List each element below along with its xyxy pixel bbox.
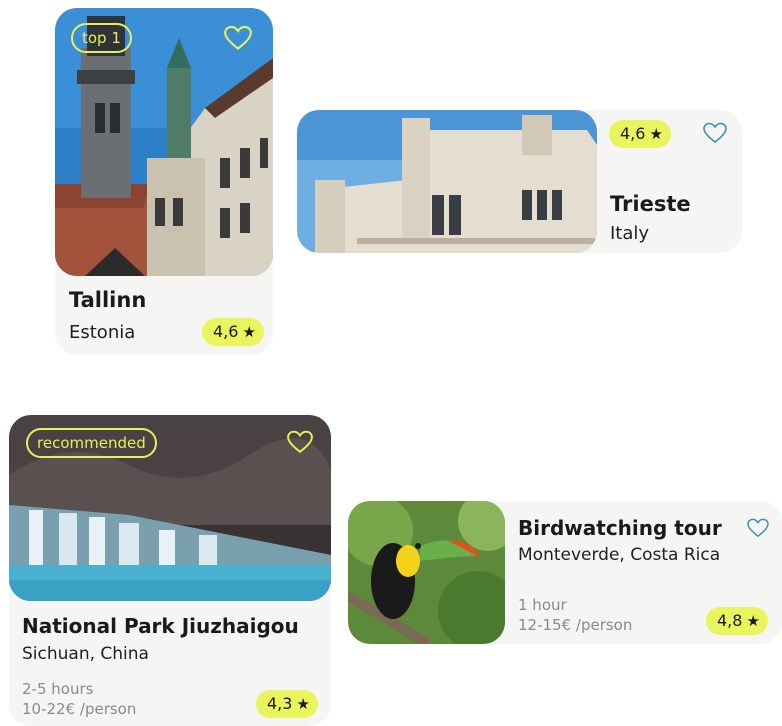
card-subtitle: Estonia (69, 322, 136, 343)
star-icon: ★ (746, 612, 760, 630)
rating-value: 4,8 (717, 611, 743, 630)
price-text: 10-22€ /person (22, 700, 137, 718)
star-icon: ★ (296, 695, 310, 713)
tour-card-birdwatching[interactable]: Birdwatching tour Monteverde, Costa Rica… (348, 501, 782, 644)
favorite-heart-icon[interactable] (747, 518, 769, 538)
toucan-photo (348, 501, 505, 644)
rating-badge: 4,8 ★ (706, 607, 768, 635)
rating-badge: 4,6 ★ (609, 120, 671, 148)
star-icon: ★ (649, 125, 663, 143)
star-icon: ★ (242, 323, 256, 341)
favorite-heart-icon[interactable] (287, 430, 313, 454)
destination-card-trieste[interactable]: 4,6 ★ Trieste Italy (297, 110, 742, 253)
rating-badge: 4,3 ★ (256, 690, 318, 718)
card-title: Tallinn (69, 288, 147, 312)
tour-card-jiuzhaigou[interactable]: recommended National Park Jiuzhaigou Sic… (9, 415, 331, 726)
duration-text: 2-5 hours (22, 680, 94, 698)
top-badge: top 1 (71, 23, 132, 53)
rating-value: 4,6 (213, 322, 239, 341)
card-title: Trieste (610, 192, 691, 216)
favorite-heart-icon[interactable] (224, 25, 252, 51)
price-text: 12-15€ /person (518, 616, 633, 634)
duration-text: 1 hour (518, 596, 567, 614)
rating-value: 4,3 (267, 694, 293, 713)
card-title: Birdwatching tour (518, 516, 722, 540)
favorite-heart-icon[interactable] (703, 122, 727, 144)
card-title: National Park Jiuzhaigou (22, 614, 299, 638)
recommended-badge: recommended (26, 428, 157, 458)
rating-badge: 4,6 ★ (202, 318, 264, 346)
rating-value: 4,6 (620, 124, 646, 143)
card-subtitle: Monteverde, Costa Rica (518, 545, 721, 565)
card-subtitle: Sichuan, China (22, 644, 149, 664)
destination-card-tallinn[interactable]: top 1 Tallinn Estonia 4,6 ★ (55, 8, 273, 355)
card-subtitle: Italy (610, 223, 650, 244)
trieste-photo (297, 110, 597, 253)
